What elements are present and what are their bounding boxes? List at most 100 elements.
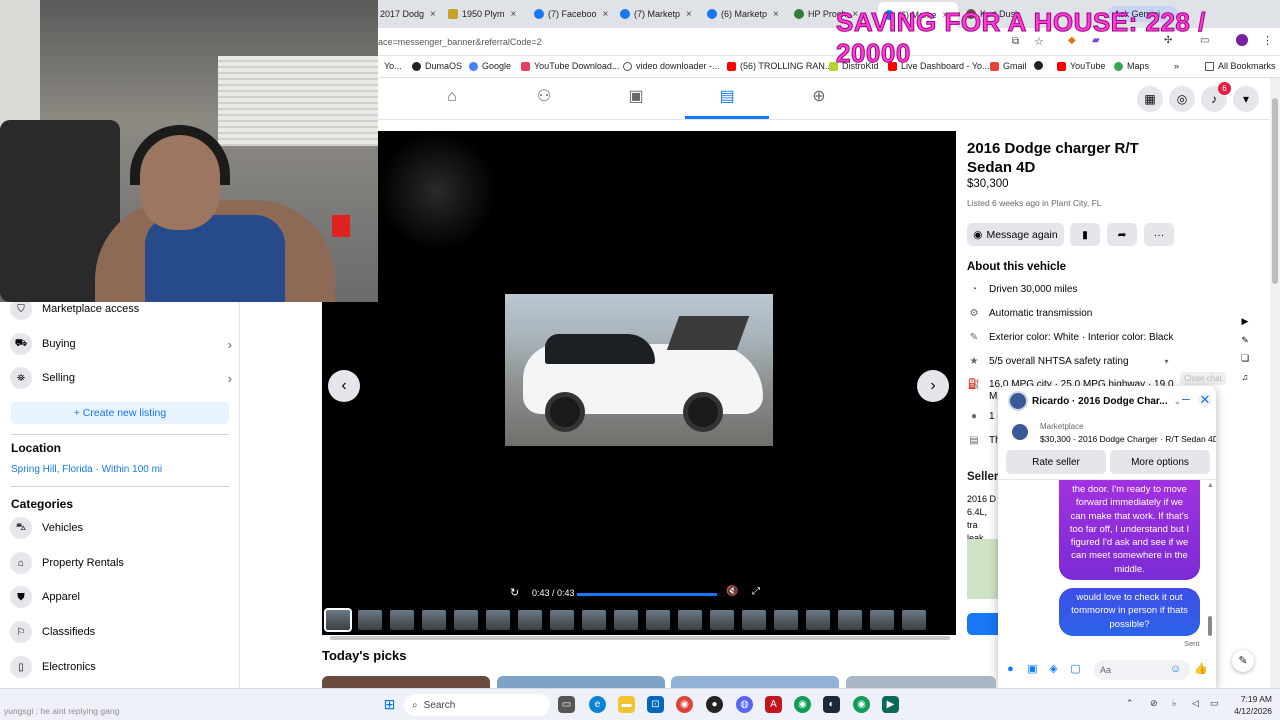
messenger-icon[interactable]: ◎ [1169,86,1195,112]
volume-icon[interactable]: ◁ [1192,698,1199,709]
rate-seller-button[interactable]: Rate seller [1006,450,1106,474]
photo-thumbnail[interactable] [902,610,926,630]
message-again-button[interactable]: ◉ Message again [967,223,1064,246]
location-map[interactable] [967,539,999,599]
photo-thumbnail[interactable] [358,610,382,630]
photo-thumbnail[interactable] [422,610,446,630]
listing-context[interactable]: Marketplace $30,300 - 2016 Dodge Charger… [1008,420,1216,452]
photo-thumbnail[interactable] [324,608,352,632]
chrome-icon[interactable]: ◉ [676,696,693,713]
thumbnail-scrollbar[interactable] [330,636,950,640]
replay-icon[interactable]: ↻ [510,586,519,599]
photo-thumbnail[interactable] [518,610,542,630]
save-button[interactable]: ▮ [1070,223,1100,246]
browser-tab[interactable]: (6) Marketp × [707,4,781,24]
clock[interactable]: 7:19 AM 4/12/2026 [1222,693,1272,717]
gaming-icon[interactable]: ⊕ [809,88,829,106]
marketplace-icon[interactable]: ▤ [717,88,737,106]
video-icon[interactable]: ▣ [626,88,646,106]
browser-tab[interactable]: (7) Marketp × [620,4,694,24]
chevron-down-icon[interactable]: ⌄ [1174,396,1182,407]
listing-photo[interactable] [505,294,773,446]
discord-icon[interactable]: ◍ [736,696,753,713]
mic-icon[interactable]: ♭ [1172,698,1176,709]
terminal-icon[interactable]: ▶ [882,696,899,713]
category-electronics[interactable]: ▯ Electronics [10,652,232,682]
friends-icon[interactable]: ⚇ [534,88,554,106]
sidebar-item-selling[interactable]: ⛯ Selling › [10,363,232,393]
photo-thumbnail[interactable] [774,610,798,630]
close-tab-icon[interactable]: × [686,9,692,20]
category-vehicles[interactable]: ⛍ Vehicles [10,513,232,543]
video-progress-bar[interactable] [577,593,717,596]
home-icon[interactable]: ⌂ [442,88,462,106]
share-button[interactable]: ➦ [1107,223,1137,246]
pick-card[interactable] [322,676,490,688]
chevron-down-icon[interactable]: ▾ [1165,357,1169,366]
edge-icon[interactable]: e [589,696,606,713]
category-classifieds[interactable]: ⚐ Classifieds [10,617,232,647]
close-tab-icon[interactable]: × [773,9,779,20]
chat-scrollbar[interactable] [1208,616,1212,636]
browser-tab[interactable]: 1950 Plym × [448,4,520,24]
windows-start-icon[interactable]: ⊞ [381,696,398,713]
location-link[interactable]: Spring Hill, Florida · Within 100 mi [11,464,162,475]
chrome-profile-icon[interactable]: ◉ [853,696,870,713]
account-dropdown-icon[interactable]: ▾ [1233,86,1259,112]
sidebar-item-buying[interactable]: ⛟ Buying › [10,329,232,359]
chat-bubble-icon[interactable]: ❏ [1239,353,1251,365]
pick-card[interactable] [497,676,665,688]
photo-thumbnail[interactable] [870,610,894,630]
photo-thumbnail[interactable] [806,610,830,630]
like-icon[interactable]: 👍 [1194,663,1208,676]
task-view-icon[interactable]: ▭ [558,696,575,713]
close-icon[interactable]: ✕ [1198,393,1212,407]
photo-thumbnail[interactable] [742,610,766,630]
close-tab-icon[interactable]: × [511,9,517,20]
bookmark[interactable]: Yo... [384,61,402,71]
bookmark[interactable]: video downloader -... [623,61,720,71]
obs-icon[interactable]: ● [706,696,723,713]
next-photo-button[interactable]: › [917,370,949,402]
scrollbar-thumb[interactable] [1272,98,1278,284]
gif-icon[interactable]: ▢ [1069,663,1082,676]
adobe-icon[interactable]: A [765,696,782,713]
minimize-icon[interactable]: – [1182,391,1194,405]
photo-thumbnail[interactable] [838,610,862,630]
photo-thumbnail[interactable] [646,610,670,630]
url-field[interactable]: ace=messenger_banner&referralCode=2 [378,37,542,47]
pick-card[interactable] [671,676,839,688]
category-property-rentals[interactable]: ⌂ Property Rentals [10,548,232,578]
category-apparel[interactable]: ⛊ Apparel [10,582,232,612]
menu-grid-icon[interactable]: ▦ [1137,86,1163,112]
scroll-up-icon[interactable]: ▲ [1207,482,1214,489]
browser-tab[interactable]: 2017 Dodg × [380,4,438,24]
microphone-icon[interactable]: ♫ [1239,372,1251,384]
chrome-profile-icon[interactable]: ◉ [794,696,811,713]
microphone-icon[interactable]: ● [1004,663,1017,676]
photo-thumbnail[interactable] [486,610,510,630]
bookmark[interactable]: (56) TROLLING RAN... [727,61,832,71]
page-scrollbar[interactable] [1270,78,1280,688]
close-tab-icon[interactable]: × [430,9,436,20]
more-options-button[interactable]: More options [1110,450,1210,474]
photo-thumbnail[interactable] [550,610,574,630]
emoji-icon[interactable]: ☺ [1169,663,1182,676]
bookmark[interactable]: Google [469,61,511,71]
more-button[interactable]: ··· [1144,223,1174,246]
fullscreen-icon[interactable]: ⤢ [752,586,760,597]
photo-thumbnail[interactable] [390,610,414,630]
new-message-button[interactable]: ✎ [1232,650,1254,672]
edit-icon[interactable]: ✎ [1239,335,1251,347]
play-icon[interactable]: ▶ [1239,316,1251,328]
taskbar-search[interactable]: ⌕ Search [404,694,550,716]
pick-card[interactable] [846,676,996,688]
store-icon[interactable]: ⊡ [647,696,664,713]
file-explorer-icon[interactable]: ▬ [618,696,635,713]
sticker-icon[interactable]: ◈ [1047,663,1060,676]
create-listing-button[interactable]: + Create new listing [11,402,229,424]
close-tab-icon[interactable]: × [603,9,608,20]
photo-icon[interactable]: ▣ [1026,663,1039,676]
battery-icon[interactable]: ▭ [1210,698,1219,709]
tray-chevron-icon[interactable]: ⌃ [1126,698,1134,709]
